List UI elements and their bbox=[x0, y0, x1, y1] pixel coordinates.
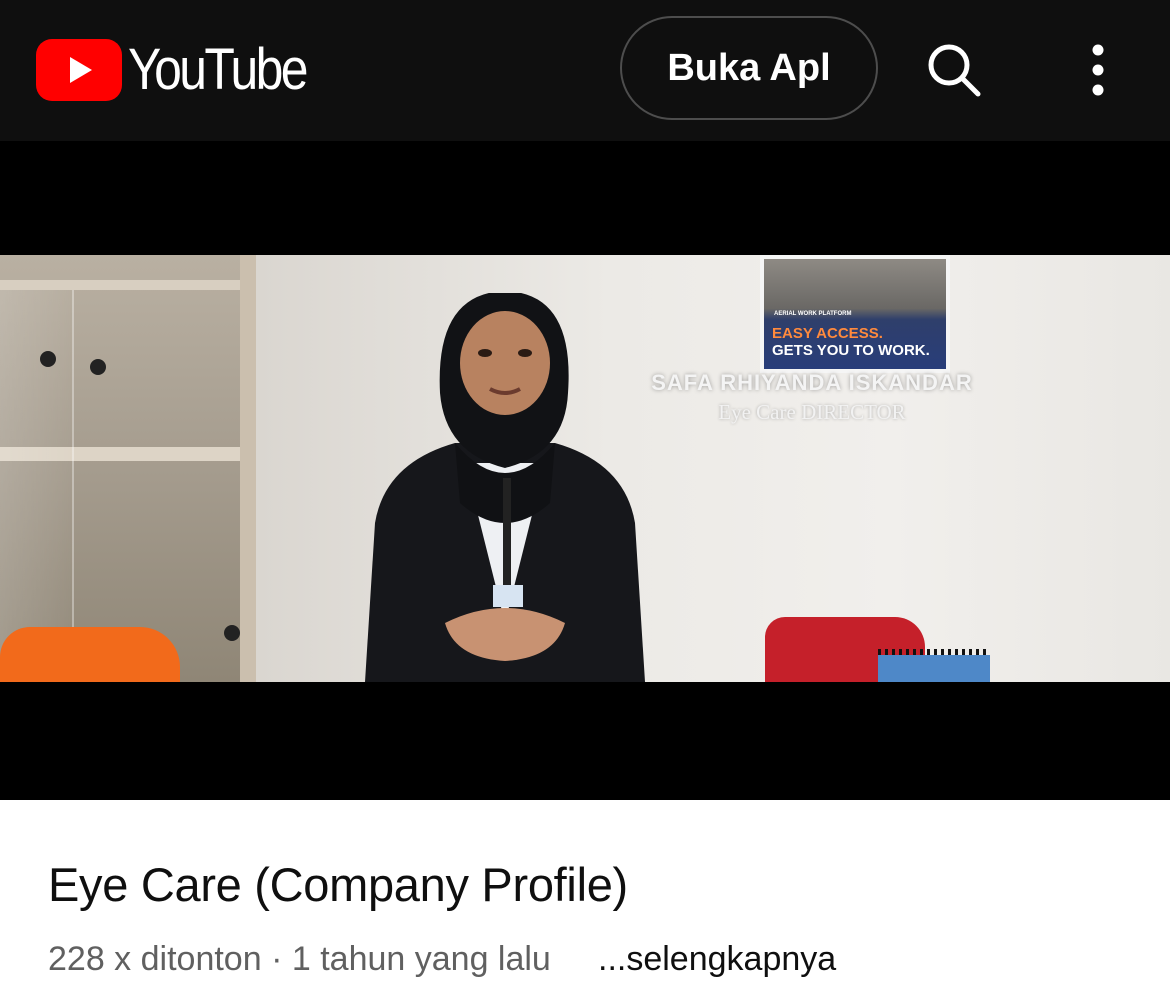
show-more-link[interactable]: ...selengkapnya bbox=[598, 936, 836, 981]
presenter-figure bbox=[365, 293, 645, 682]
wall-poster: AERIAL WORK PLATFORM EASY ACCESS. GETS Y… bbox=[760, 255, 950, 373]
meta-separator: · bbox=[271, 940, 283, 978]
search-button[interactable] bbox=[918, 34, 990, 106]
video-meta[interactable]: 228 x ditonton · 1 tahun yang lalu bbox=[48, 936, 551, 981]
open-app-button[interactable]: Buka Apl bbox=[620, 16, 878, 120]
cabinet-side bbox=[240, 255, 256, 682]
video-frame: AERIAL WORK PLATFORM EASY ACCESS. GETS Y… bbox=[0, 255, 1170, 682]
youtube-mobile-watch-page: YouTube Buka Apl AERIAL WORK PLATFORM EA… bbox=[0, 0, 1170, 981]
poster-headline: EASY ACCESS. bbox=[772, 325, 883, 342]
orange-item bbox=[0, 627, 180, 682]
more-options-button[interactable] bbox=[1070, 34, 1126, 106]
upload-age: 1 tahun yang lalu bbox=[291, 940, 551, 978]
cabinet-glass-door bbox=[0, 290, 74, 682]
cabinet bbox=[0, 255, 256, 682]
youtube-logo[interactable]: YouTube bbox=[36, 38, 335, 102]
youtube-play-icon bbox=[36, 39, 122, 101]
more-vert-icon bbox=[1092, 44, 1104, 96]
cabinet-knob bbox=[40, 351, 56, 367]
cabinet-shelf bbox=[0, 280, 255, 290]
desk-calendar bbox=[878, 655, 990, 682]
cabinet-knob bbox=[90, 359, 106, 375]
poster-subheadline: GETS YOU TO WORK. bbox=[772, 342, 930, 359]
lower-third-role: Eye Care DIRECTOR bbox=[718, 400, 906, 424]
lower-third-name: SAFA RHIYANDA ISKANDAR bbox=[651, 370, 973, 395]
top-app-bar: YouTube Buka Apl bbox=[0, 0, 1170, 141]
view-count: 228 x ditonton bbox=[48, 940, 262, 978]
search-icon bbox=[928, 44, 981, 97]
poster-small-text: AERIAL WORK PLATFORM bbox=[774, 311, 852, 317]
logo-wordmark: YouTube bbox=[128, 37, 309, 102]
video-player[interactable]: AERIAL WORK PLATFORM EASY ACCESS. GETS Y… bbox=[0, 141, 1170, 800]
video-title[interactable]: Eye Care (Company Profile) bbox=[48, 855, 628, 915]
cabinet-knob bbox=[224, 625, 240, 641]
